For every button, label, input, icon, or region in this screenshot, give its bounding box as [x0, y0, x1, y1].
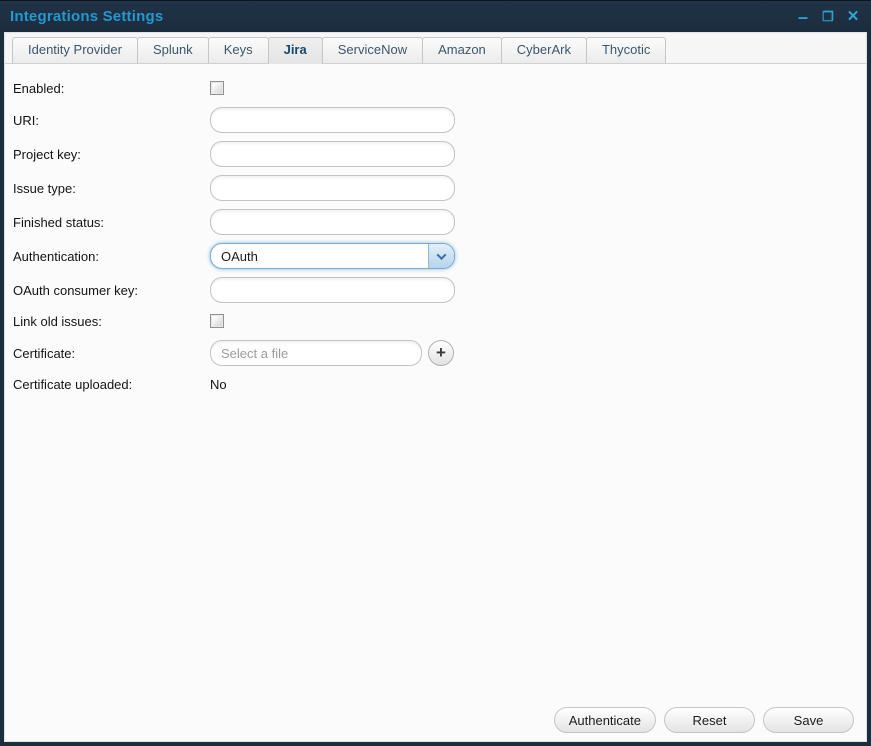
- window-body: Identity Provider Splunk Keys Jira Servi…: [4, 32, 867, 742]
- uri-label: URI:: [13, 112, 210, 128]
- finished-status-label: Finished status:: [13, 214, 210, 230]
- enabled-checkbox[interactable]: [210, 81, 224, 95]
- form-row-project-key: Project key:: [13, 141, 866, 167]
- authentication-select[interactable]: OAuth: [210, 243, 455, 269]
- tab-cyberark[interactable]: CyberArk: [501, 37, 587, 63]
- form-row-uri: URI:: [13, 107, 866, 133]
- reset-button[interactable]: Reset: [664, 707, 755, 733]
- save-button[interactable]: Save: [763, 707, 854, 733]
- integrations-settings-window: Integrations Settings – ❒ ✕ Identity Pro…: [0, 0, 871, 746]
- minimize-icon[interactable]: –: [795, 12, 811, 22]
- authentication-label: Authentication:: [13, 248, 210, 264]
- chevron-down-icon: [437, 250, 447, 260]
- finished-status-input[interactable]: [210, 209, 455, 235]
- jira-settings-panel: Enabled: URI: Project key: Issue type: F…: [5, 64, 866, 741]
- project-key-label: Project key:: [13, 146, 210, 162]
- certificate-label: Certificate:: [13, 345, 210, 361]
- certificate-file-input[interactable]: [210, 340, 422, 366]
- authenticate-button[interactable]: Authenticate: [554, 707, 656, 733]
- link-old-issues-checkbox[interactable]: [210, 314, 224, 328]
- maximize-icon[interactable]: ❒: [820, 9, 836, 25]
- form-row-authentication: Authentication: OAuth: [13, 243, 866, 269]
- form-row-oauth-consumer-key: OAuth consumer key:: [13, 277, 866, 303]
- certificate-uploaded-label: Certificate uploaded:: [13, 376, 210, 392]
- authentication-selected-value: OAuth: [211, 244, 428, 268]
- form-row-finished-status: Finished status:: [13, 209, 866, 235]
- enabled-label: Enabled:: [13, 80, 210, 96]
- add-file-icon[interactable]: +: [428, 340, 454, 366]
- issue-type-label: Issue type:: [13, 180, 210, 196]
- tab-jira[interactable]: Jira: [268, 37, 323, 64]
- tab-amazon[interactable]: Amazon: [422, 37, 502, 63]
- form-row-certificate: Certificate: +: [13, 340, 866, 366]
- tab-splunk[interactable]: Splunk: [137, 37, 209, 63]
- form-row-link-old-issues: Link old issues:: [13, 311, 866, 331]
- form-row-certificate-uploaded: Certificate uploaded: No: [13, 374, 866, 394]
- footer-toolbar: Authenticate Reset Save: [554, 707, 854, 733]
- window-controls: – ❒ ✕: [795, 9, 861, 25]
- tab-servicenow[interactable]: ServiceNow: [322, 37, 423, 63]
- tab-bar: Identity Provider Splunk Keys Jira Servi…: [5, 33, 866, 64]
- tab-thycotic[interactable]: Thycotic: [586, 37, 666, 63]
- uri-input[interactable]: [210, 107, 455, 133]
- oauth-consumer-key-label: OAuth consumer key:: [13, 282, 210, 298]
- project-key-input[interactable]: [210, 141, 455, 167]
- title-bar[interactable]: Integrations Settings – ❒ ✕: [0, 1, 871, 32]
- tab-keys[interactable]: Keys: [208, 37, 269, 63]
- window-title: Integrations Settings: [10, 8, 163, 25]
- issue-type-input[interactable]: [210, 175, 455, 201]
- certificate-file-field: +: [210, 340, 454, 366]
- oauth-consumer-key-input[interactable]: [210, 277, 455, 303]
- link-old-issues-label: Link old issues:: [13, 313, 210, 329]
- close-icon[interactable]: ✕: [845, 9, 861, 25]
- tab-identity-provider[interactable]: Identity Provider: [12, 37, 138, 63]
- form-row-enabled: Enabled:: [13, 78, 866, 98]
- form-row-issue-type: Issue type:: [13, 175, 866, 201]
- authentication-dropdown-button[interactable]: [428, 244, 454, 268]
- certificate-uploaded-value: No: [210, 377, 227, 392]
